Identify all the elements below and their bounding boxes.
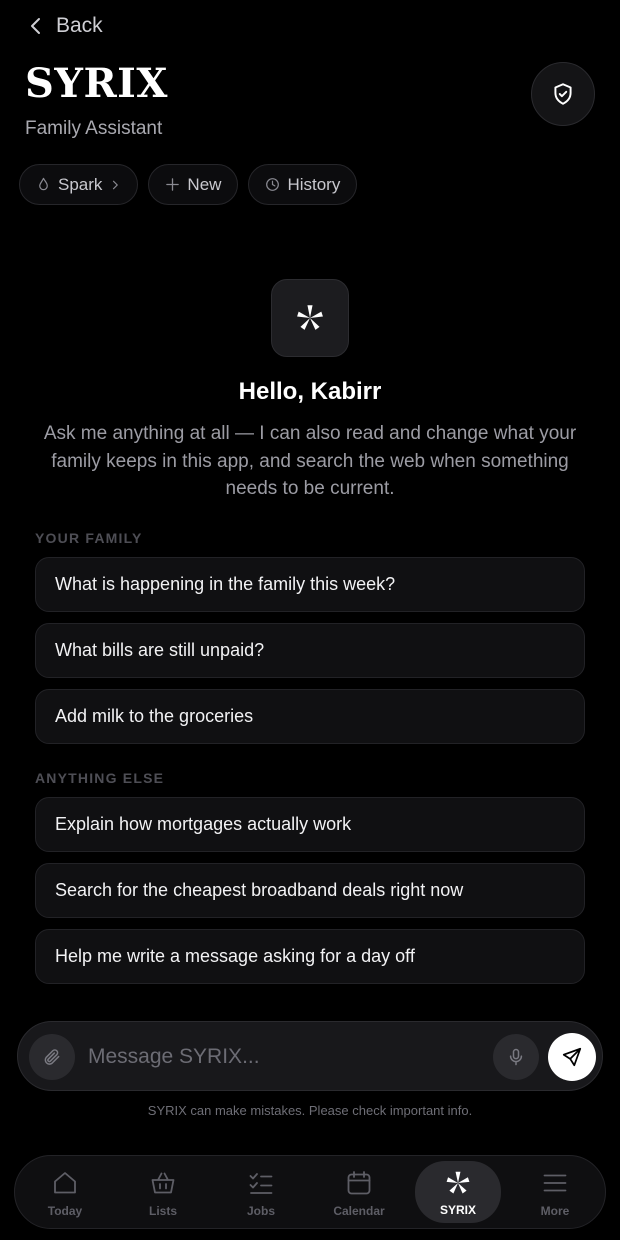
chevron-left-icon [31,18,40,34]
suggestion-family-week[interactable]: What is happening in the family this wee… [35,557,585,612]
bottom-nav: Today Lists Jobs Calendar SYRIX More [14,1155,606,1229]
chevron-right-icon [113,180,119,189]
new-chip-label: New [187,174,222,194]
action-chips: Spark New History [19,164,358,205]
spark-chip[interactable]: Spark [19,164,139,205]
suggestion-add-milk[interactable]: Add milk to the groceries [35,689,585,744]
suggestion-broadband[interactable]: Search for the cheapest broadband deals … [35,863,585,918]
message-composer [17,1021,603,1091]
nav-jobs-label: Jobs [246,1204,275,1218]
history-chip[interactable]: History [248,164,358,205]
nav-today[interactable]: Today [16,1156,114,1230]
new-chat-chip[interactable]: New [148,164,239,205]
back-label: Back [56,14,103,37]
nav-more[interactable]: More [506,1156,604,1230]
nav-more-label: More [540,1204,570,1218]
history-chip-label: History [287,174,341,194]
disclaimer-text: SYRIX can make mistakes. Please check im… [147,1103,473,1118]
privacy-shield-button[interactable] [531,62,595,126]
nav-today-label: Today [47,1204,83,1218]
basket-icon [151,1172,175,1194]
suggestion-mortgages[interactable]: Explain how mortgages actually work [35,797,585,852]
clock-icon [266,178,280,191]
intro-text: Ask me anything at all — I can also read… [43,423,577,499]
nav-calendar[interactable]: Calendar [310,1156,408,1230]
calendar-icon [347,1171,371,1195]
syrix-logo [271,279,349,357]
attach-button[interactable] [29,1034,75,1080]
checklist-icon [249,1173,273,1194]
app-title: SYRIX [25,60,168,107]
suggestion-unpaid-bills[interactable]: What bills are still unpaid? [35,623,585,678]
nav-syrix[interactable]: SYRIX [415,1161,501,1223]
syrix-star-icon [297,305,323,330]
plus-icon [166,178,180,191]
spark-chip-label: Spark [58,174,103,194]
nav-calendar-label: Calendar [333,1204,385,1218]
microphone-icon [509,1048,523,1066]
greeting-heading: Hello, Kabirr [238,378,382,405]
app-subtitle: Family Assistant [25,118,163,139]
back-button[interactable]: Back [26,14,103,38]
shield-check-icon [554,83,572,105]
send-button[interactable] [548,1033,596,1081]
nav-lists-label: Lists [148,1204,177,1218]
nav-syrix-label: SYRIX [439,1203,476,1217]
nav-jobs[interactable]: Jobs [212,1156,310,1230]
paperclip-icon [44,1049,60,1065]
nav-lists[interactable]: Lists [114,1156,212,1230]
send-icon [562,1047,582,1067]
section-label-anything-else: ANYTHING ELSE [35,770,165,786]
section-label-your-family: YOUR FAMILY [35,530,143,546]
syrix-star-icon [446,1171,470,1194]
microphone-button[interactable] [493,1034,539,1080]
suggestion-day-off[interactable]: Help me write a message asking for a day… [35,929,585,984]
menu-icon [543,1174,567,1192]
flame-icon [39,177,48,191]
home-icon [54,1172,76,1194]
message-input[interactable] [88,1040,488,1074]
